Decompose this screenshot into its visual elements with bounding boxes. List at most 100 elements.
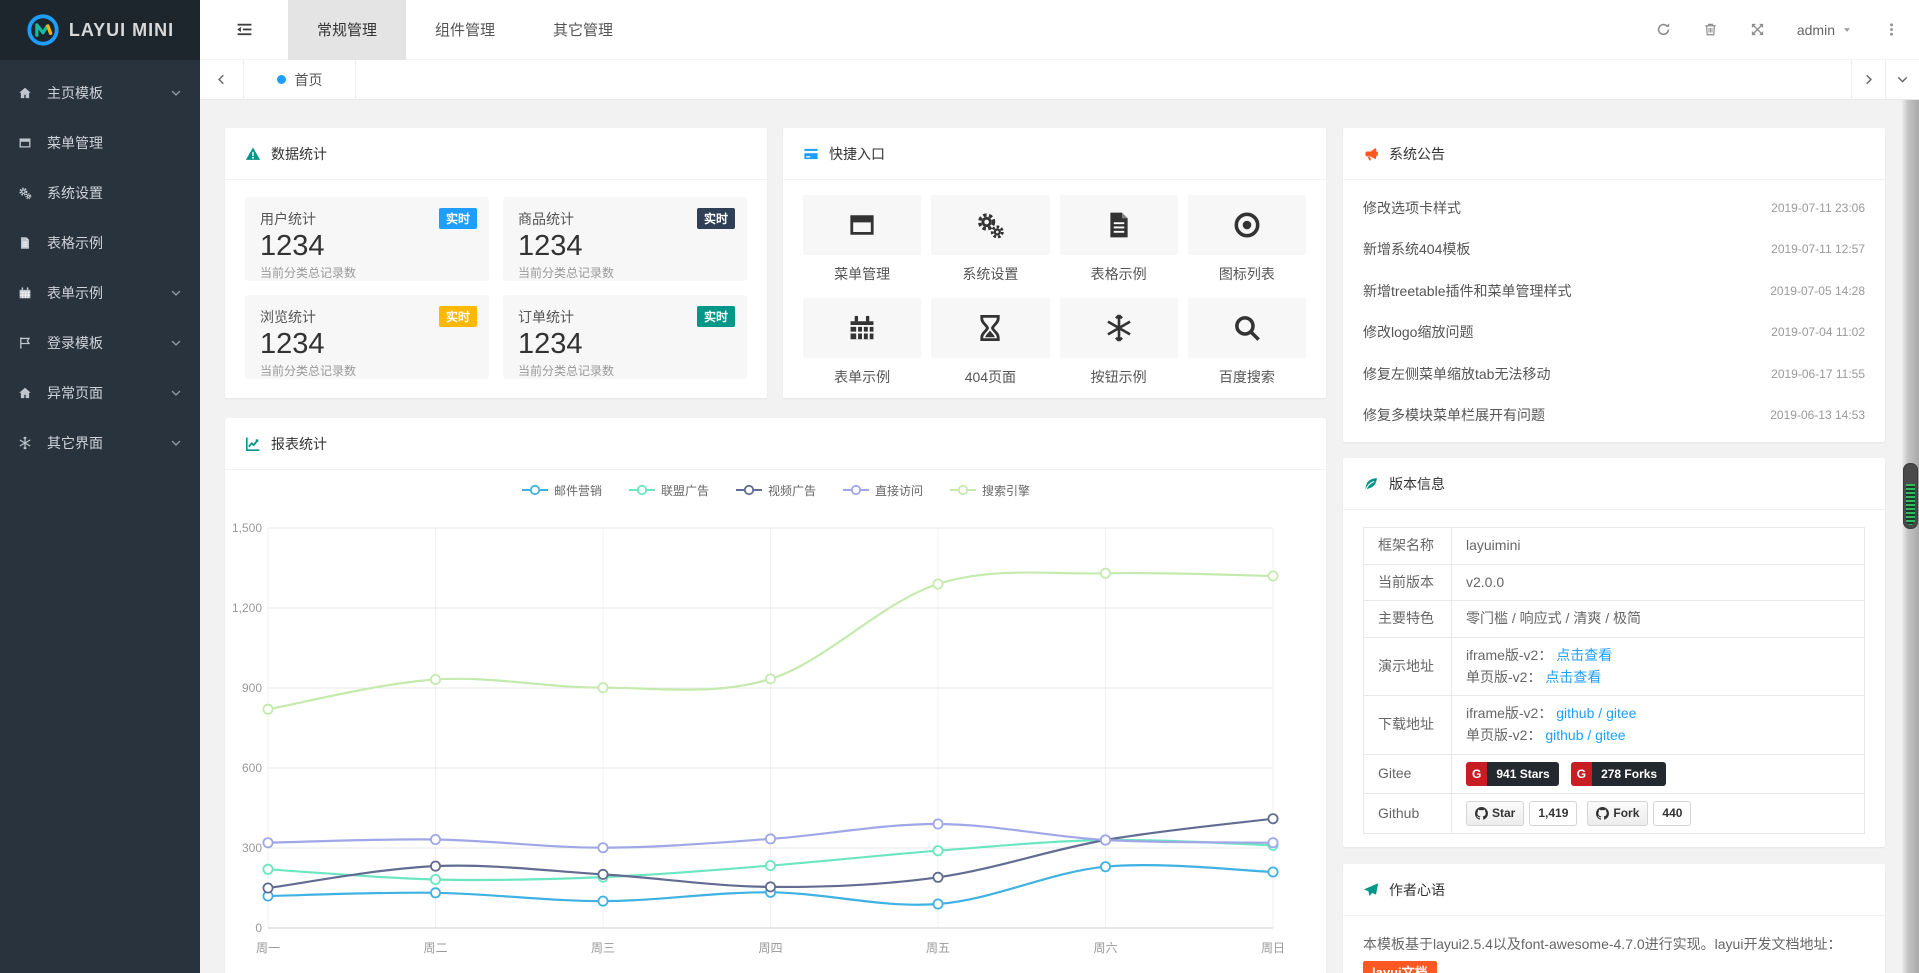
svg-text:300: 300: [242, 841, 262, 855]
sidebar-menu: 主页模板 菜单管理 系统设置 表格示例 表单示例 登录模板 异常页面 其它界面: [0, 60, 200, 468]
stat-badge: 实时: [697, 306, 735, 327]
active-tab-dot: [277, 75, 286, 84]
legend-item-直接访问[interactable]: 直接访问: [842, 482, 923, 499]
gitee-badge[interactable]: G278 Forks: [1571, 762, 1666, 787]
hourglass-icon: [975, 313, 1005, 343]
report-card: 报表统计 邮件营销 联盟广告 视频广告 直接访问: [225, 418, 1326, 973]
version-line: iframe版-v2： 点击查看: [1466, 645, 1850, 667]
report-card-title: 报表统计: [271, 434, 327, 454]
sidebar-item-other-ui[interactable]: 其它界面: [0, 418, 200, 468]
legend-item-联盟广告[interactable]: 联盟广告: [628, 482, 709, 499]
module-tab-0[interactable]: 常规管理: [288, 0, 406, 60]
legend-item-邮件营销[interactable]: 邮件营销: [521, 482, 602, 499]
fullscreen-icon[interactable]: [1750, 22, 1765, 37]
stat-desc: 当前分类总记录数: [518, 264, 732, 281]
github-fork-button[interactable]: Fork: [1587, 801, 1648, 826]
announcement-text: 新增treetable插件和菜单管理样式: [1363, 281, 1571, 301]
version-row: 演示地址iframe版-v2： 点击查看单页版-v2： 点击查看: [1364, 638, 1865, 696]
report-card-header: 报表统计: [225, 418, 1326, 470]
sidebar-item-login-template[interactable]: 登录模板: [0, 318, 200, 368]
announcement-item[interactable]: 修改选项卡样式 2019-07-11 23:06: [1363, 187, 1865, 229]
github-star-button[interactable]: Star: [1466, 801, 1524, 826]
refresh-icon[interactable]: [1656, 22, 1671, 37]
github-widget: Fork440: [1587, 801, 1691, 826]
quick-entry-button-example[interactable]: 按钮示例: [1060, 298, 1178, 387]
page-scrollbar[interactable]: [1902, 100, 1919, 973]
chevron-down-icon: [170, 387, 182, 399]
quick-entry-baidu-search[interactable]: 百度搜索: [1188, 298, 1306, 387]
version-header: 版本信息: [1343, 458, 1885, 510]
tab-scroll-left-button[interactable]: [200, 60, 244, 99]
tab-scroll-right-button[interactable]: [1851, 60, 1885, 99]
more-menu-icon[interactable]: [1884, 22, 1899, 37]
stat-box-2: 浏览统计 1234 当前分类总记录数 实时: [245, 295, 489, 379]
layui-doc-badge[interactable]: layui文档: [1363, 961, 1437, 973]
page-tab-bar: 首页: [200, 60, 1919, 100]
collapse-sidebar-button[interactable]: [200, 0, 288, 60]
announcement-item[interactable]: 修改logo缩放问题 2019-07-04 11:02: [1363, 312, 1865, 354]
quick-entry-label: 404页面: [931, 367, 1049, 387]
svg-text:周六: 周六: [1093, 941, 1117, 955]
scrollbar-thumb[interactable]: [1903, 463, 1918, 529]
legend-item-搜索引擎[interactable]: 搜索引擎: [949, 482, 1030, 499]
announcement-item[interactable]: 新增treetable插件和菜单管理样式 2019-07-05 14:28: [1363, 270, 1865, 312]
chevron-left-icon: [215, 73, 228, 86]
announcement-item[interactable]: 新增系统404模板 2019-07-11 12:57: [1363, 229, 1865, 271]
file-text-icon: [18, 236, 40, 250]
version-row: Github Star1,419 Fork440: [1364, 794, 1865, 834]
quick-entry-menu-manage[interactable]: 菜单管理: [803, 195, 921, 284]
github-count[interactable]: 1,419: [1529, 801, 1577, 826]
version-label: Github: [1364, 794, 1452, 834]
sidebar-item-error-page[interactable]: 异常页面: [0, 368, 200, 418]
tab-options-button[interactable]: [1885, 60, 1919, 99]
quick-entry-label: 表单示例: [803, 367, 921, 387]
announcement-date: 2019-07-05 14:28: [1770, 284, 1865, 298]
announcement-item[interactable]: 修复多模块菜单栏展开有问题 2019-06-13 14:53: [1363, 395, 1865, 437]
link-github[interactable]: github: [1556, 705, 1594, 721]
announcement-item[interactable]: 修复左侧菜单缩放tab无法移动 2019-06-17 11:55: [1363, 353, 1865, 395]
version-row: 框架名称layuimini: [1364, 528, 1865, 565]
tab-home[interactable]: 首页: [244, 60, 356, 99]
link-gitee[interactable]: gitee: [1606, 705, 1636, 721]
announcement-title: 系统公告: [1389, 144, 1445, 164]
clear-cache-icon[interactable]: [1703, 22, 1718, 37]
sidebar-item-system-setting[interactable]: 系统设置: [0, 168, 200, 218]
announcement-date: 2019-07-04 11:02: [1771, 325, 1865, 339]
snowflake-icon: [1104, 313, 1134, 343]
legend-item-视频广告[interactable]: 视频广告: [735, 482, 816, 499]
quick-entry-icon-list[interactable]: 图标列表: [1188, 195, 1306, 284]
app-logo[interactable]: LAYUI MINI: [0, 0, 200, 60]
author-body: 本模板基于layui2.5.4以及font-awesome-4.7.0进行实现。…: [1343, 916, 1885, 973]
quick-entry-table-example[interactable]: 表格示例: [1060, 195, 1178, 284]
version-body: 框架名称layuimini当前版本v2.0.0主要特色零门槛 / 响应式 / 清…: [1343, 510, 1885, 851]
paper-plane-icon: [1363, 882, 1379, 898]
link-点击查看[interactable]: 点击查看: [1556, 647, 1612, 663]
module-tab-2[interactable]: 其它管理: [524, 0, 642, 60]
github-icon: [1596, 807, 1609, 820]
announcement-list: 修改选项卡样式 2019-07-11 23:06 新增系统404模板 2019-…: [1343, 180, 1885, 443]
chart-legend: 邮件营销 联盟广告 视频广告 直接访问 搜索引擎: [233, 480, 1318, 500]
link-gitee[interactable]: gitee: [1595, 727, 1625, 743]
quick-entry-system-setting[interactable]: 系统设置: [931, 195, 1049, 284]
quick-entry-header: 快捷入口: [783, 128, 1326, 180]
sidebar-item-menu-manage[interactable]: 菜单管理: [0, 118, 200, 168]
sidebar-item-table-example[interactable]: 表格示例: [0, 218, 200, 268]
quick-entry-form-example[interactable]: 表单示例: [803, 298, 921, 387]
quick-entry-page-404[interactable]: 404页面: [931, 298, 1049, 387]
stat-desc: 当前分类总记录数: [260, 264, 474, 281]
link-点击查看[interactable]: 点击查看: [1545, 669, 1601, 685]
stat-badge: 实时: [439, 306, 477, 327]
github-count[interactable]: 440: [1653, 801, 1691, 826]
sidebar-item-home-template[interactable]: 主页模板: [0, 68, 200, 118]
calendar-icon: [18, 286, 40, 300]
main-header: 常规管理 组件管理 其它管理 admin: [200, 0, 1919, 60]
caret-down-icon: [1842, 25, 1852, 35]
gitee-badge[interactable]: G941 Stars: [1466, 762, 1559, 787]
window-icon: [18, 136, 40, 150]
link-github[interactable]: github: [1545, 727, 1583, 743]
quick-entry-label: 按钮示例: [1060, 367, 1178, 387]
dot-circle-icon: [1232, 210, 1262, 240]
user-menu[interactable]: admin: [1797, 22, 1852, 38]
module-tab-1[interactable]: 组件管理: [406, 0, 524, 60]
sidebar-item-form-example[interactable]: 表单示例: [0, 268, 200, 318]
